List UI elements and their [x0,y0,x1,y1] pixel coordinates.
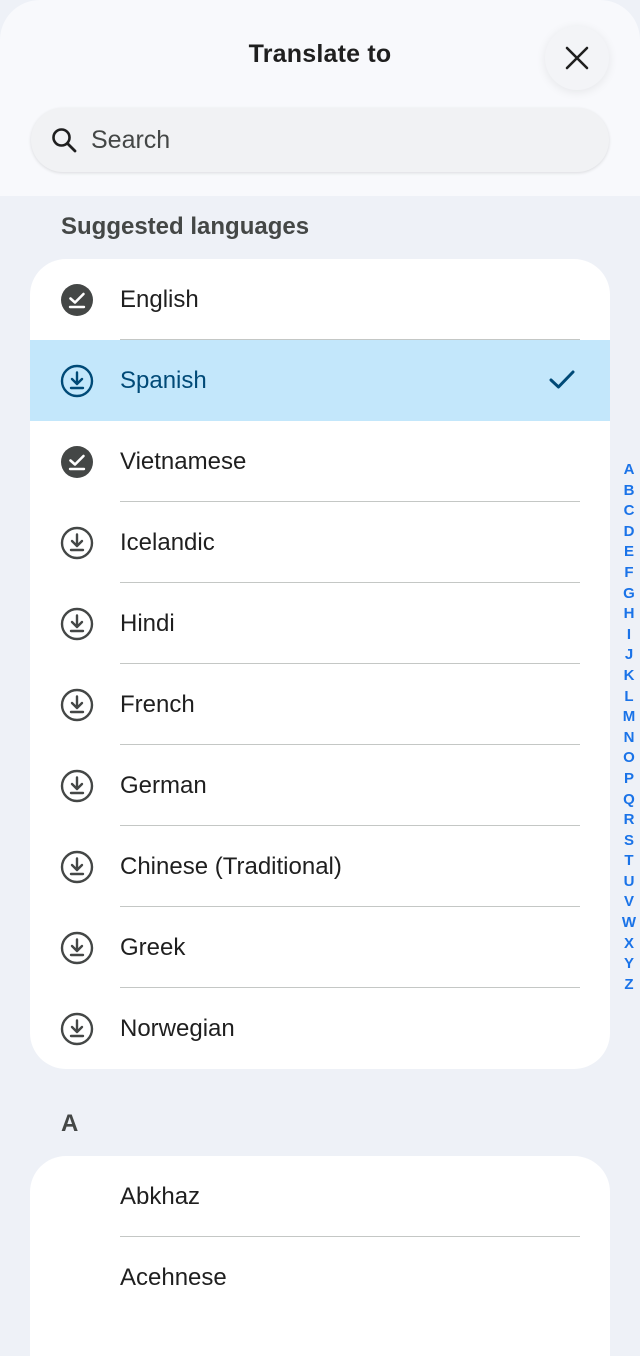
index-letter[interactable]: C [624,501,635,522]
close-icon [565,46,589,70]
index-letter[interactable]: K [624,666,635,687]
language-row-spanish[interactable]: Spanish [30,340,610,421]
index-letter[interactable]: X [624,934,634,955]
index-letter[interactable]: W [622,913,636,934]
index-letter[interactable]: M [623,707,636,728]
downloaded-icon [61,284,93,316]
suggested-section-label: Suggested languages [61,213,310,240]
language-label: Hindi [120,609,175,637]
download-icon[interactable] [60,364,94,398]
language-row-greek[interactable]: Greek [30,907,610,988]
language-label: Acehnese [120,1263,227,1291]
index-letter[interactable]: H [624,604,635,625]
language-label: Icelandic [120,528,215,556]
alphabet-index[interactable]: A B C D E F G H I J K L M N O P Q R S T … [620,460,638,995]
download-icon[interactable] [60,688,94,722]
language-label: Norwegian [120,1014,235,1042]
download-icon[interactable] [60,607,94,641]
index-letter[interactable]: T [624,851,633,872]
section-label-a: A [61,1110,79,1137]
index-letter[interactable]: O [623,748,635,769]
language-label: Spanish [120,366,207,394]
index-letter[interactable]: J [625,645,633,666]
download-icon[interactable] [60,1012,94,1046]
page-title: Translate to [248,40,392,68]
index-letter[interactable]: S [624,831,634,852]
index-letter[interactable]: I [627,625,631,646]
language-label: French [120,690,195,718]
language-label: Chinese (Traditional) [120,852,342,880]
index-letter[interactable]: N [624,728,635,749]
index-letter[interactable]: L [624,687,633,708]
index-letter[interactable]: Y [624,954,634,975]
download-icon[interactable] [60,931,94,965]
language-row-german[interactable]: German [30,745,610,826]
language-row-vietnamese[interactable]: Vietnamese [30,421,610,502]
language-row-icelandic[interactable]: Icelandic [30,502,610,583]
language-row-french[interactable]: French [30,664,610,745]
language-row-english[interactable]: English [30,259,610,340]
language-label: Greek [120,933,186,961]
index-letter[interactable]: A [624,460,635,481]
language-row-acehnese[interactable]: Acehnese [30,1237,610,1318]
download-icon[interactable] [60,769,94,803]
index-letter[interactable]: F [624,563,633,584]
language-label: Abkhaz [120,1182,201,1210]
language-label: English [120,285,199,313]
language-row-norwegian[interactable]: Norwegian [30,988,610,1069]
index-letter[interactable]: Z [624,975,633,996]
sheet-header: Translate to [0,0,640,196]
index-letter[interactable]: V [624,892,634,913]
index-letter[interactable]: R [624,810,635,831]
search-bar[interactable] [31,108,609,172]
language-row-chinese-traditional[interactable]: Chinese (Traditional) [30,826,610,907]
download-icon[interactable] [60,526,94,560]
downloaded-icon [61,446,93,478]
checkmark-icon [549,370,575,389]
close-button[interactable] [545,26,609,90]
index-letter[interactable]: G [623,584,635,605]
suggested-languages-list: English Spanish Vietnamese Icelandic Hin… [30,259,610,1069]
index-letter[interactable]: U [624,872,635,893]
language-label: Vietnamese [120,447,247,475]
language-label: German [120,771,207,799]
download-icon[interactable] [60,850,94,884]
search-input[interactable] [89,124,553,156]
index-letter[interactable]: P [624,769,634,790]
language-row-hindi[interactable]: Hindi [30,583,610,664]
language-row-abkhaz[interactable]: Abkhaz [30,1156,610,1237]
all-languages-list-a: Abkhaz Acehnese [30,1156,610,1356]
index-letter[interactable]: E [624,542,634,563]
index-letter[interactable]: D [624,522,635,543]
search-icon [52,128,77,153]
index-letter[interactable]: Q [623,790,635,811]
index-letter[interactable]: B [624,481,635,502]
